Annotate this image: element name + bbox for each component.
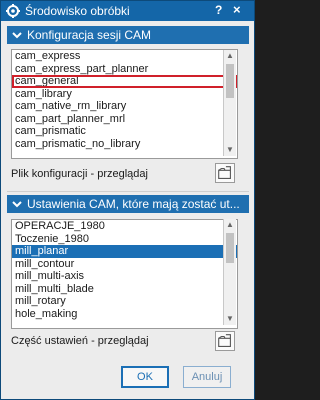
list-item[interactable]: mill_multi-axis [12,270,237,283]
scroll-thumb[interactable] [226,64,234,98]
settings-part-browse-button[interactable] [215,331,235,351]
scroll-up-icon[interactable]: ▲ [224,219,236,231]
list-item[interactable]: cam_part_planner_mrl [12,113,237,126]
ok-button[interactable]: OK [121,366,169,388]
list-item[interactable]: hole_making [12,308,237,321]
scroll-thumb[interactable] [226,233,234,263]
cam-settings-scrollbar[interactable]: ▲ ▼ [223,219,236,325]
list-item[interactable]: Toczenie_1980 [12,233,237,246]
open-folder-icon [218,334,231,347]
list-item[interactable]: cam_library [12,88,237,101]
list-item[interactable]: mill_contour [12,258,237,271]
cam-environment-dialog: Środowisko obróbki ? × Konfiguracja sesj… [0,0,255,400]
chevron-down-icon [12,201,22,208]
section-header-label: Konfiguracja sesji CAM [27,28,152,42]
config-file-browse-label: Plik konfiguracji - przeglądaj [11,168,148,180]
cam-settings-list[interactable]: OPERACJE_1980 Toczenie_1980 mill_planar mil… [11,219,238,329]
config-file-browse-button[interactable] [215,163,235,183]
chevron-down-icon [12,32,22,39]
list-item[interactable]: cam_prismatic [12,125,237,138]
cam-gear-icon [6,4,20,18]
help-button[interactable]: ? [215,3,222,17]
list-item[interactable]: mill_planar [12,245,237,258]
list-item[interactable]: cam_general [12,75,237,88]
session-config-header[interactable]: Konfiguracja sesji CAM [7,26,249,44]
list-item[interactable]: OPERACJE_1980 [12,220,237,233]
session-config-list[interactable]: cam_express cam_express_part_planner cam_g… [11,49,238,159]
scroll-down-icon[interactable]: ▼ [224,313,236,325]
section-divider [7,191,249,192]
list-item[interactable]: mill_rotary [12,295,237,308]
list-item[interactable]: cam_express_part_planner [12,63,237,76]
scroll-up-icon[interactable]: ▲ [224,50,236,62]
list-item[interactable]: cam_native_rm_library [12,100,237,113]
session-config-scrollbar[interactable]: ▲ ▼ [223,50,236,156]
list-item[interactable]: mill_multi_blade [12,283,237,296]
title-bar[interactable]: Środowisko obróbki ? × [1,1,254,21]
close-button[interactable]: × [233,2,241,17]
cancel-button[interactable]: Anuluj [183,366,231,388]
settings-part-browse-label: Część ustawień - przeglądaj [11,335,149,347]
list-item[interactable]: cam_prismatic_no_library [12,138,237,151]
window-title: Środowisko obróbki [25,4,130,18]
open-folder-icon [218,166,231,179]
section-header-label: Ustawienia CAM, które mają zostać ut... [27,197,240,211]
cam-settings-header[interactable]: Ustawienia CAM, które mają zostać ut... [7,195,249,213]
scroll-down-icon[interactable]: ▼ [224,144,236,156]
list-item[interactable]: cam_express [12,50,237,63]
